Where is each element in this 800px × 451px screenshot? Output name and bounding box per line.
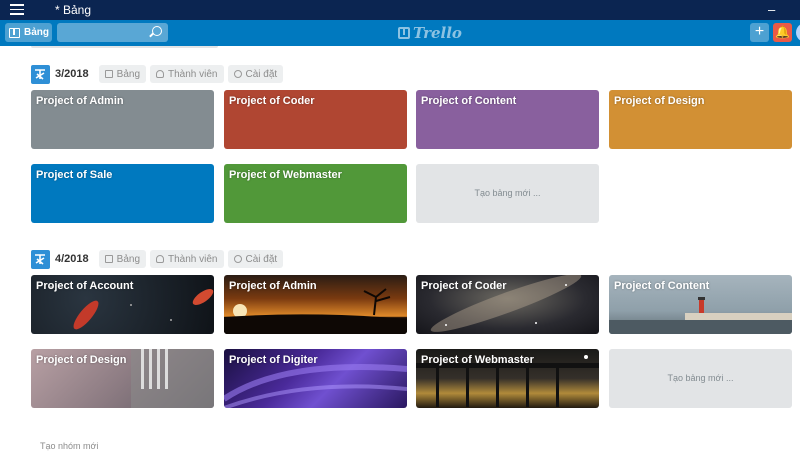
board-tile-coder[interactable]: Project of Coder bbox=[224, 90, 407, 149]
board-tile-coder[interactable]: Project of Coder bbox=[416, 275, 599, 334]
board-tile-account[interactable]: Project of Account bbox=[31, 275, 214, 334]
notification-bell-icon[interactable]: 🔔 bbox=[773, 23, 792, 42]
board-icon bbox=[104, 255, 113, 263]
board-icon bbox=[104, 70, 113, 78]
group-boards-button[interactable]: Bảng bbox=[98, 65, 147, 83]
group-settings-label: Cài đặt bbox=[245, 68, 278, 80]
board-tile-name: Project of Content bbox=[421, 95, 517, 107]
title-bar: * Bảng – bbox=[0, 0, 800, 20]
boards-button-label: Bảng bbox=[24, 27, 49, 38]
group-header-4-2018: 4/2018 Bảng Thành viên Cài đặt bbox=[31, 249, 287, 269]
person-icon bbox=[156, 255, 165, 263]
add-button[interactable]: + bbox=[750, 23, 769, 42]
search-input[interactable] bbox=[57, 23, 168, 42]
group-settings-button[interactable]: Cài đặt bbox=[227, 65, 284, 83]
hamburger-menu-icon[interactable] bbox=[10, 4, 24, 16]
group-members-label: Thành viên bbox=[168, 253, 218, 265]
gear-icon bbox=[233, 70, 242, 78]
board-tile-sale[interactable]: Project of Sale bbox=[31, 164, 214, 223]
minimize-button[interactable]: – bbox=[768, 2, 775, 17]
board-tile-name: Project of Coder bbox=[421, 280, 507, 292]
trello-logo-text: Trello bbox=[413, 24, 462, 42]
board-tile-name: Project of Design bbox=[614, 95, 705, 107]
board-tile-content[interactable]: Project of Content bbox=[416, 90, 599, 149]
board-tile-name: Project of Webmaster bbox=[229, 169, 342, 181]
board-icon bbox=[9, 27, 20, 38]
person-icon bbox=[156, 70, 165, 78]
board-tile-design[interactable]: Project of Design bbox=[31, 349, 214, 408]
group-boards-label: Bảng bbox=[116, 68, 141, 80]
previous-group-tile-edge bbox=[31, 46, 218, 48]
group-header-3-2018: 3/2018 Bảng Thành viên Cài đặt bbox=[31, 64, 287, 84]
trello-logo-icon bbox=[398, 27, 410, 39]
board-tile-admin[interactable]: Project of Admin bbox=[224, 275, 407, 334]
board-tile-name: Project of Content bbox=[614, 280, 710, 292]
group-members-label: Thành viên bbox=[168, 68, 218, 80]
board-tile-name: Project of Admin bbox=[36, 95, 124, 107]
board-tile-webmaster[interactable]: Project of Webmaster bbox=[416, 349, 599, 408]
gear-icon bbox=[233, 255, 242, 263]
window-title: * Bảng bbox=[55, 3, 92, 17]
group-boards-label: Bảng bbox=[116, 253, 141, 265]
group-members-button[interactable]: Thành viên bbox=[150, 65, 224, 83]
board-tile-digiter[interactable]: Project of Digiter bbox=[224, 349, 407, 408]
board-tile-content[interactable]: Project of Content bbox=[609, 275, 792, 334]
team-icon bbox=[31, 64, 50, 84]
board-tile-name: Project of Sale bbox=[36, 169, 113, 181]
board-tile-webmaster[interactable]: Project of Webmaster bbox=[224, 164, 407, 223]
trello-logo: Trello bbox=[398, 24, 462, 42]
board-tile-name: Project of Coder bbox=[229, 95, 315, 107]
create-board-tile[interactable]: Tạo bảng mới ... bbox=[609, 349, 792, 408]
board-tile-design[interactable]: Project of Design bbox=[609, 90, 792, 149]
group-boards-button[interactable]: Bảng bbox=[98, 250, 147, 268]
create-board-tile[interactable]: Tạo bảng mới ... bbox=[416, 164, 599, 223]
board-tile-name: Project of Digiter bbox=[229, 354, 318, 366]
search-icon[interactable] bbox=[152, 26, 162, 36]
create-board-label: Tạo bảng mới ... bbox=[667, 373, 734, 383]
group-settings-label: Cài đặt bbox=[245, 253, 278, 265]
group-title: 4/2018 bbox=[55, 253, 89, 265]
board-tile-name: Project of Admin bbox=[229, 280, 317, 292]
team-icon bbox=[31, 249, 50, 269]
board-tile-name: Project of Webmaster bbox=[421, 354, 534, 366]
group-settings-button[interactable]: Cài đặt bbox=[227, 250, 284, 268]
group-title: 3/2018 bbox=[55, 68, 89, 80]
board-tile-admin[interactable]: Project of Admin bbox=[31, 90, 214, 149]
board-tile-name: Project of Design bbox=[36, 354, 127, 366]
group-members-button[interactable]: Thành viên bbox=[150, 250, 224, 268]
board-tile-name: Project of Account bbox=[36, 280, 134, 292]
create-board-label: Tạo bảng mới ... bbox=[474, 188, 541, 198]
boards-button[interactable]: Bảng bbox=[5, 23, 52, 42]
